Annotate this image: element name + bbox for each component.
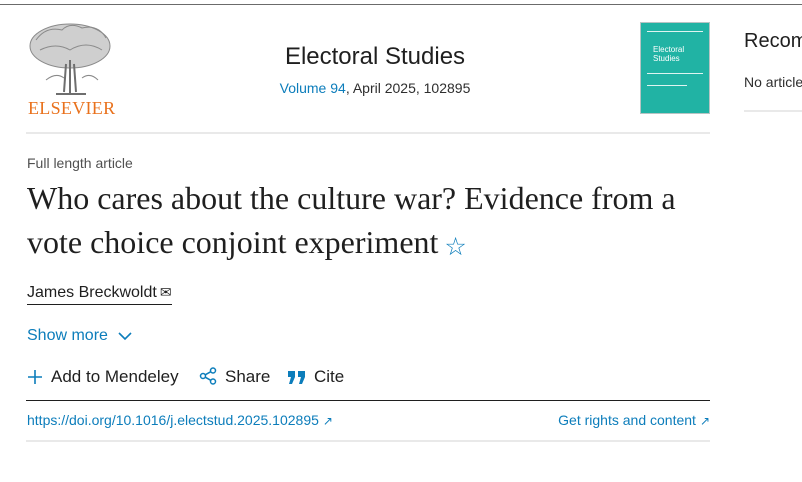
author-link[interactable]: James Breckwoldt ✉ bbox=[27, 284, 172, 305]
issue-info: , April 2025, 102895 bbox=[345, 80, 471, 96]
plus-icon bbox=[28, 370, 42, 384]
doi-link[interactable]: https://doi.org/10.1016/j.electstud.2025… bbox=[27, 412, 333, 428]
chevron-down-icon bbox=[118, 332, 132, 341]
rights-text: Get rights and content bbox=[558, 412, 696, 428]
show-more-button[interactable]: Show more bbox=[27, 327, 132, 345]
share-icon bbox=[199, 367, 217, 385]
actions-divider bbox=[26, 400, 710, 401]
sidebar-title: Recom bbox=[744, 30, 802, 52]
sidebar-divider bbox=[744, 110, 802, 112]
add-to-mendeley-label: Add to Mendeley bbox=[51, 367, 179, 386]
article-title-text: Who cares about the culture war? Evidenc… bbox=[27, 180, 676, 260]
cite-button[interactable]: Cite bbox=[288, 367, 344, 387]
elsevier-wordmark[interactable]: ELSEVIER bbox=[28, 98, 115, 119]
volume-link[interactable]: Volume 94 bbox=[280, 80, 346, 96]
email-icon[interactable]: ✉ bbox=[160, 284, 172, 300]
add-to-mendeley-button[interactable]: Add to Mendeley bbox=[27, 367, 179, 387]
cover-rule bbox=[647, 85, 687, 86]
article-title: Who cares about the culture war? Evidenc… bbox=[27, 176, 717, 270]
cover-rule bbox=[647, 73, 703, 74]
show-more-label: Show more bbox=[27, 327, 108, 344]
article-type: Full length article bbox=[27, 155, 133, 171]
top-border bbox=[0, 4, 802, 5]
quote-icon bbox=[288, 371, 305, 384]
star-icon[interactable]: ☆ bbox=[444, 234, 466, 261]
rights-link[interactable]: Get rights and content ↗ bbox=[558, 412, 710, 428]
bottom-divider bbox=[26, 440, 710, 442]
external-link-icon: ↗ bbox=[699, 414, 710, 428]
share-label: Share bbox=[225, 367, 271, 386]
doi-text: https://doi.org/10.1016/j.electstud.2025… bbox=[27, 412, 319, 428]
cover-title: Electoral Studies bbox=[653, 45, 685, 63]
cover-rule bbox=[647, 31, 703, 32]
journal-title[interactable]: Electoral Studies bbox=[0, 43, 750, 71]
header-divider bbox=[26, 132, 710, 134]
journal-meta: Volume 94, April 2025, 102895 bbox=[0, 80, 750, 96]
author-name: James Breckwoldt bbox=[27, 284, 157, 301]
share-button[interactable]: Share bbox=[199, 367, 270, 387]
external-link-icon: ↗ bbox=[322, 414, 333, 428]
cite-label: Cite bbox=[314, 367, 345, 386]
journal-cover[interactable]: Electoral Studies bbox=[640, 22, 710, 114]
sidebar-text: No article bbox=[744, 74, 802, 90]
